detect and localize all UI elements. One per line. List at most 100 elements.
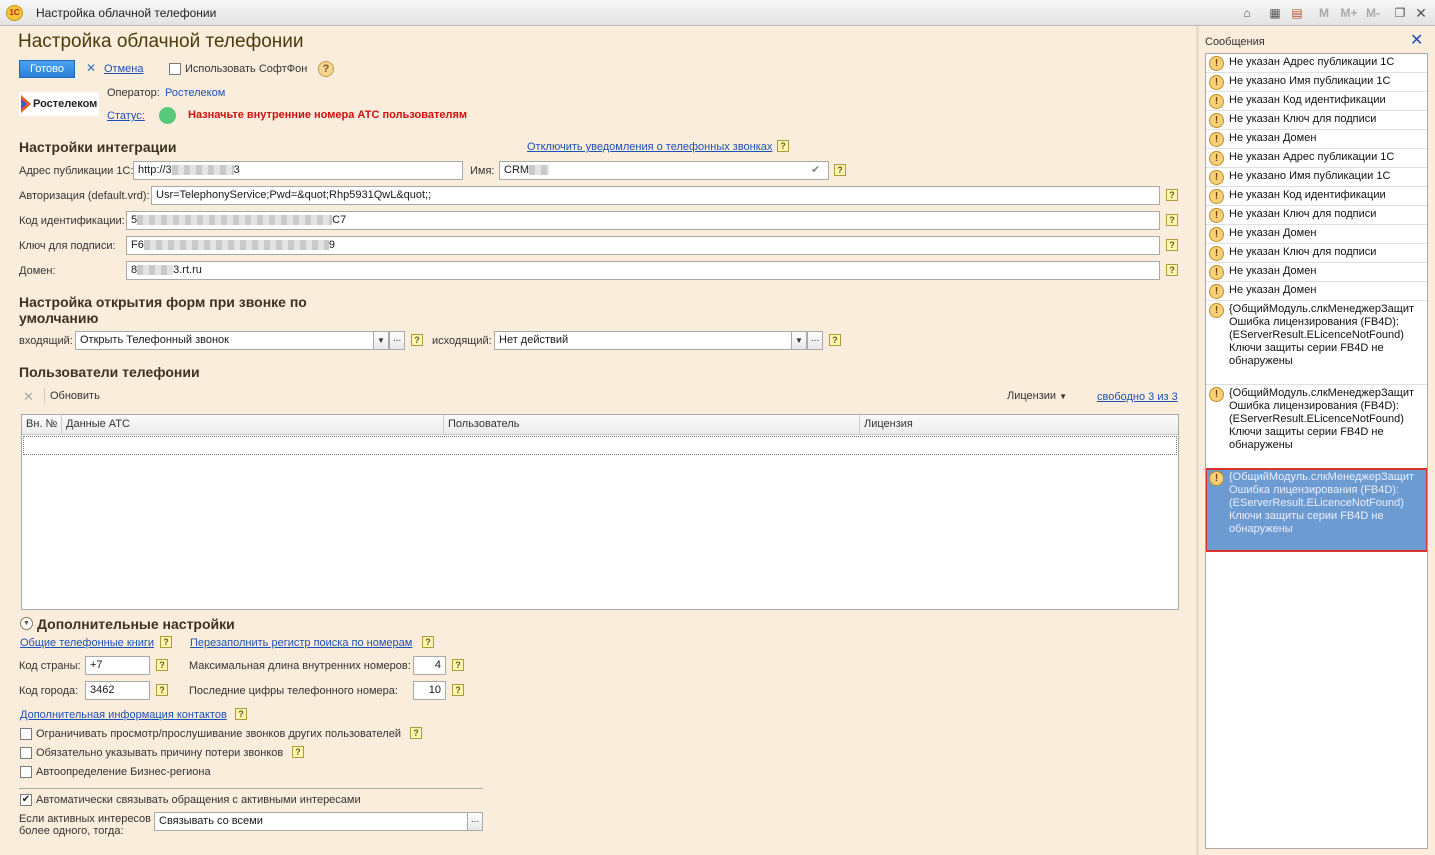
help-icon[interactable]: ? <box>452 659 464 671</box>
multi-interest-more-button[interactable]: ... <box>467 812 483 831</box>
help-icon[interactable]: ? <box>156 684 168 696</box>
city-code-field[interactable]: 3462 <box>85 681 150 700</box>
column-header[interactable]: Вн. № <box>22 415 62 435</box>
collapse-icon[interactable]: ▼ <box>20 617 33 630</box>
message-item[interactable]: ! Не указан Адрес публикации 1С <box>1206 54 1427 73</box>
name-field[interactable]: CRM <box>499 161 829 180</box>
help-icon[interactable]: ? <box>1166 189 1178 201</box>
help-icon[interactable]: ? <box>318 61 334 77</box>
multi-interest-field[interactable]: Связывать со всеми <box>154 812 468 831</box>
message-item[interactable]: ! Не указан Код идентификации <box>1206 92 1427 111</box>
message-item[interactable]: ! Не указан Ключ для подписи <box>1206 111 1427 130</box>
message-item[interactable]: ! Не указано Имя публикации 1С <box>1206 73 1427 92</box>
help-icon[interactable]: ? <box>235 708 247 720</box>
name-label: Имя: <box>470 165 495 177</box>
call-forms-heading-line: умолчанию <box>19 310 99 326</box>
message-item[interactable]: ! Не указан Домен <box>1206 263 1427 282</box>
help-icon[interactable]: ? <box>410 727 422 739</box>
softphone-label: Использовать СофтФон <box>185 63 308 75</box>
warning-icon: ! <box>1209 75 1224 90</box>
help-icon[interactable]: ? <box>834 164 846 176</box>
warning-icon: ! <box>1209 227 1224 242</box>
messages-list[interactable]: ! Не указан Адрес публикации 1С! Не указан… <box>1205 53 1428 849</box>
message-item[interactable]: ! Не указано Имя публикации 1С <box>1206 168 1427 187</box>
publish-address-field[interactable]: http://3 3 <box>133 161 463 180</box>
auto-region-checkbox[interactable] <box>20 766 32 778</box>
calendar-icon[interactable]: ▤ <box>1289 4 1305 22</box>
phonebooks-link[interactable]: Общие телефонные книги <box>20 637 154 649</box>
country-code-field[interactable]: +7 <box>85 656 150 675</box>
message-item[interactable]: ! {ОбщийМодуль.слкМенеджерЗащит Ошибка ли… <box>1206 301 1427 385</box>
message-item[interactable]: ! Не указан Домен <box>1206 282 1427 301</box>
auth-field[interactable]: Usr=TelephonyService;Pwd=&quot;Rhp5931Qw… <box>151 186 1160 205</box>
message-text: Не указан Домен <box>1229 132 1317 144</box>
memory-minus-button[interactable]: M- <box>1363 4 1383 22</box>
close-icon[interactable]: ✕ <box>1410 30 1423 50</box>
softphone-checkbox[interactable] <box>169 63 181 75</box>
multi-interest-label-line: Если активных интересов <box>19 813 152 825</box>
message-item[interactable]: ! {ОбщийМодуль.слкМенеджерЗащит Ошибка ли… <box>1206 385 1427 469</box>
licenses-menu[interactable]: Лицензии ▼ <box>1007 390 1067 402</box>
operator-label: Оператор: <box>107 87 160 99</box>
outgoing-more-button[interactable]: ... <box>807 331 823 350</box>
help-icon[interactable]: ? <box>452 684 464 696</box>
operator-value[interactable]: Ростелеком <box>165 87 225 99</box>
restore-window-icon[interactable]: ❐ <box>1392 4 1408 22</box>
column-header[interactable]: Данные АТС <box>62 415 444 435</box>
chevron-down-icon[interactable]: ▼ <box>791 331 807 350</box>
help-icon[interactable]: ? <box>777 140 789 152</box>
memory-plus-button[interactable]: M+ <box>1339 4 1359 22</box>
help-icon[interactable]: ? <box>292 746 304 758</box>
message-item[interactable]: ! Не указан Адрес публикации 1С <box>1206 149 1427 168</box>
help-icon[interactable]: ? <box>411 334 423 346</box>
max-length-field[interactable]: 4 <box>413 656 446 675</box>
message-text: Не указан Адрес публикации 1С <box>1229 56 1395 68</box>
column-header[interactable]: Лицензия <box>860 415 1178 435</box>
message-item[interactable]: ! {ОбщийМодуль.слкМенеджерЗащит Ошибка ли… <box>1206 468 1427 552</box>
warning-icon: ! <box>1209 132 1224 147</box>
help-icon[interactable]: ? <box>1166 239 1178 251</box>
message-item[interactable]: ! Не указан Код идентификации <box>1206 187 1427 206</box>
message-item[interactable]: ! Не указан Ключ для подписи <box>1206 206 1427 225</box>
help-icon[interactable]: ? <box>160 636 172 648</box>
domain-field[interactable]: 8 3.rt.ru <box>126 261 1160 280</box>
sign-key-field[interactable]: F6 9 <box>126 236 1160 255</box>
warning-icon: ! <box>1209 208 1224 223</box>
cancel-link[interactable]: Отмена <box>104 63 143 75</box>
incoming-more-button[interactable]: ... <box>389 331 405 350</box>
disable-notifications-link[interactable]: Отключить уведомления о телефонных звонк… <box>527 141 772 153</box>
help-icon[interactable]: ? <box>422 636 434 648</box>
calculator-icon[interactable]: ▦ <box>1267 4 1283 22</box>
refill-registry-link[interactable]: Перезаполнить регистр поиска по номерам <box>190 637 412 649</box>
require-reason-checkbox[interactable] <box>20 747 32 759</box>
incoming-select[interactable]: Открыть Телефонный звонок <box>75 331 374 350</box>
users-table[interactable]: Вн. № Данные АТС Пользователь Лицензия <box>21 414 1179 610</box>
help-icon[interactable]: ? <box>156 659 168 671</box>
free-licenses-link[interactable]: свободно 3 из 3 <box>1097 391 1178 403</box>
outgoing-select[interactable]: Нет действий <box>494 331 793 350</box>
memory-m-button[interactable]: M <box>1316 4 1332 22</box>
message-item[interactable]: ! Не указан Ключ для подписи <box>1206 244 1427 263</box>
auto-link-checkbox[interactable]: ✔ <box>20 794 32 806</box>
close-window-icon[interactable]: ✕ <box>1413 4 1429 22</box>
message-item[interactable]: ! Не указан Домен <box>1206 130 1427 149</box>
help-icon[interactable]: ? <box>1166 214 1178 226</box>
last-digits-field[interactable]: 10 <box>413 681 446 700</box>
table-row[interactable] <box>23 436 1177 455</box>
home-icon[interactable]: ⌂ <box>1239 4 1255 22</box>
id-code-field[interactable]: 5 C7 <box>126 211 1160 230</box>
message-text: Не указан Код идентификации <box>1229 189 1386 201</box>
contacts-info-link[interactable]: Дополнительная информация контактов <box>20 709 227 721</box>
column-header[interactable]: Пользователь <box>444 415 860 435</box>
help-icon[interactable]: ? <box>1166 264 1178 276</box>
status-link[interactable]: Статус: <box>107 110 145 122</box>
message-item[interactable]: ! Не указан Домен <box>1206 225 1427 244</box>
message-text: Не указан Домен <box>1229 227 1317 239</box>
incoming-label: входящий: <box>19 335 73 347</box>
delete-icon[interactable]: ✕ <box>23 389 34 405</box>
restrict-checkbox[interactable] <box>20 728 32 740</box>
refresh-button[interactable]: Обновить <box>50 390 100 402</box>
done-button[interactable]: Готово <box>19 60 75 78</box>
chevron-down-icon[interactable]: ▼ <box>373 331 389 350</box>
help-icon[interactable]: ? <box>829 334 841 346</box>
